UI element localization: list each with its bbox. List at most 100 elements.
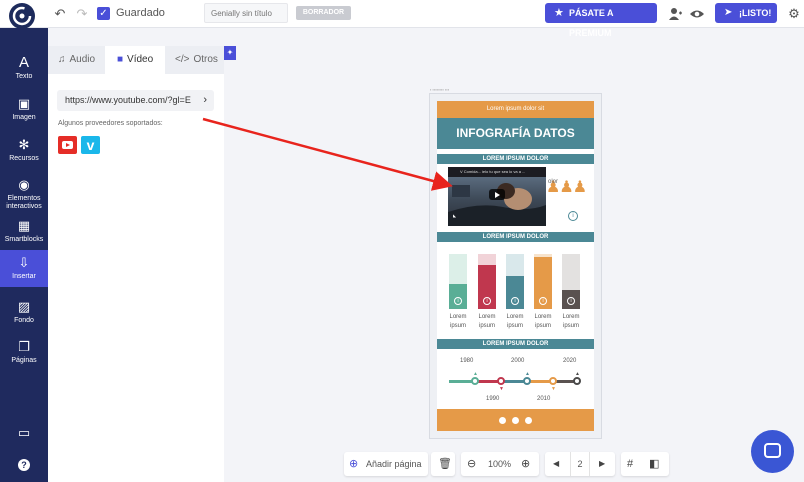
- sidebar-item-help[interactable]: ?: [0, 455, 48, 475]
- premium-button[interactable]: ★ PÁSATE A PREMIUM: [545, 3, 657, 38]
- video-play-icon[interactable]: [489, 189, 505, 200]
- page-navigator: ◀ 2 ▶: [545, 452, 615, 476]
- info-icon[interactable]: i: [483, 297, 491, 305]
- interactive-icon: ◉: [18, 177, 30, 192]
- tab-otros[interactable]: </> Otros: [165, 46, 224, 74]
- code-icon: </>: [175, 54, 190, 65]
- timeline-node[interactable]: [549, 377, 557, 385]
- tab-audio[interactable]: ♫ Audio: [48, 46, 105, 74]
- social-icon[interactable]: [525, 417, 532, 424]
- add-page-button[interactable]: ⊕ Añadir página: [344, 452, 428, 476]
- bar[interactable]: i: [506, 254, 524, 309]
- background-icon: ▨: [17, 299, 31, 314]
- section-heading-2[interactable]: LOREM IPSUM DOLOR: [437, 232, 594, 242]
- chevron-right-icon[interactable]: ›: [203, 90, 207, 111]
- timeline-node[interactable]: [471, 377, 479, 385]
- sidebar-item-texto[interactable]: A Texto: [0, 52, 48, 92]
- add-circle-icon: ⊕: [349, 458, 359, 470]
- video-channel-logo-icon: ◣: [453, 213, 457, 218]
- music-note-icon: ♫: [58, 54, 66, 65]
- sidebar-item-recursos[interactable]: ✻ Recursos: [0, 134, 48, 174]
- bar[interactable]: i: [562, 254, 580, 309]
- tab-video[interactable]: ■ Vídeo: [105, 46, 165, 74]
- info-icon[interactable]: i: [539, 297, 547, 305]
- embedded-youtube-video[interactable]: V Comida... ielo tu que sea lo va a ... …: [448, 167, 546, 226]
- delete-page-button[interactable]: 🗑: [431, 452, 455, 476]
- sidebar-item-insertar[interactable]: ⇩ Insertar: [0, 250, 48, 287]
- timeline-node[interactable]: [523, 377, 531, 385]
- title-input[interactable]: [204, 3, 288, 23]
- help-icon: ?: [18, 459, 30, 471]
- page-number[interactable]: 2: [570, 452, 590, 476]
- sidebar-item-paginas[interactable]: ❐ Páginas: [0, 336, 48, 376]
- section-heading-1[interactable]: LOREM IPSUM DOLOR: [437, 154, 594, 164]
- left-sidebar: A Texto ▣ Imagen ✻ Recursos ◉ Elementos …: [0, 28, 48, 482]
- draft-badge: BORRADOR: [296, 6, 351, 20]
- redo-icon[interactable]: ↷: [74, 6, 90, 22]
- providers-label: Algunos proveedores soportados:: [58, 120, 163, 127]
- sidebar-item-briefcase[interactable]: ▭: [0, 422, 48, 442]
- image-icon: ▣: [17, 96, 31, 111]
- settings-gear-icon[interactable]: ⚙: [786, 6, 802, 22]
- infographic-page[interactable]: Lorem ipsum dolor sit INFOGRAFÍA DATOS L…: [437, 101, 594, 431]
- zoom-out-icon[interactable]: ⊖: [467, 452, 476, 476]
- insert-tabs: ♫ Audio ■ Vídeo </> Otros: [48, 46, 224, 74]
- partial-text: olor: [548, 179, 559, 185]
- video-camera-icon: ■: [117, 54, 124, 65]
- video-url-input[interactable]: https://www.youtube.com/?gl=E ›: [57, 90, 214, 111]
- timeline-node[interactable]: [497, 377, 505, 385]
- sidebar-item-label: Imagen: [12, 114, 36, 121]
- briefcase-icon: ▭: [17, 425, 31, 440]
- info-icon[interactable]: i: [568, 211, 578, 221]
- pin-icon[interactable]: ✦: [224, 46, 236, 60]
- sidebar-item-label: Recursos: [9, 155, 39, 162]
- infographic-footer: [437, 409, 594, 431]
- user-share-icon[interactable]: [667, 6, 683, 22]
- sidebar-item-fondo[interactable]: ▨ Fondo: [0, 296, 48, 336]
- sidebar-item-label: Elementos interactivos: [6, 195, 42, 210]
- split-view-icon[interactable]: ◧: [649, 452, 659, 476]
- bar[interactable]: i: [449, 254, 467, 309]
- premium-label: PÁSATE A PREMIUM: [569, 8, 614, 38]
- done-button[interactable]: ➤ ¡LISTO!: [715, 3, 777, 23]
- chat-support-button[interactable]: [751, 430, 794, 473]
- sidebar-item-label: Texto: [15, 73, 33, 80]
- bar[interactable]: i: [478, 254, 496, 309]
- youtube-logo-icon: [58, 136, 77, 154]
- bar-label: Lorem ipsum: [506, 314, 524, 329]
- info-icon[interactable]: i: [511, 297, 519, 305]
- undo-icon[interactable]: ↶: [52, 6, 68, 22]
- zoom-control: ⊖ 100% ⊕: [461, 452, 539, 476]
- smartblocks-icon: ▦: [17, 218, 31, 233]
- prev-page-icon[interactable]: ◀: [553, 452, 559, 476]
- video-thumbnail: [448, 177, 546, 226]
- social-icon[interactable]: [512, 417, 519, 424]
- sidebar-item-imagen[interactable]: ▣ Imagen: [0, 93, 48, 133]
- info-icon[interactable]: i: [454, 297, 462, 305]
- insert-icon: ⇩: [18, 255, 30, 270]
- timeline-node[interactable]: [573, 377, 581, 385]
- triangle-up-icon: ▲: [575, 371, 580, 377]
- text-icon: A: [18, 54, 29, 71]
- vimeo-logo-icon: v: [81, 136, 100, 154]
- done-label: ¡LISTO!: [739, 8, 772, 18]
- insert-panel: ♫ Audio ■ Vídeo </> Otros https://www.youtu…: [48, 46, 224, 482]
- sidebar-item-label: Páginas: [11, 357, 37, 364]
- bar-label: Lorem ipsum: [534, 314, 552, 329]
- zoom-in-icon[interactable]: ⊕: [521, 452, 530, 476]
- infographic-top-text[interactable]: Lorem ipsum dolor sit: [437, 101, 594, 118]
- next-page-icon[interactable]: ▶: [599, 452, 605, 476]
- add-page-label: Añadir página: [366, 459, 422, 469]
- bar[interactable]: i: [534, 254, 552, 309]
- infographic-title[interactable]: INFOGRAFÍA DATOS: [437, 118, 594, 149]
- social-icon[interactable]: [499, 417, 506, 424]
- genially-logo-icon[interactable]: [9, 3, 35, 29]
- grid-hash-icon[interactable]: #: [627, 452, 633, 476]
- preview-eye-icon[interactable]: [689, 6, 705, 22]
- resources-icon: ✻: [18, 137, 30, 152]
- timeline-year: 2020: [563, 358, 577, 364]
- section-heading-3[interactable]: LOREM IPSUM DOLOR: [437, 339, 594, 349]
- sidebar-item-smartblocks[interactable]: ▦ Smartblocks: [0, 215, 48, 255]
- sidebar-item-elementos-interactivos[interactable]: ◉ Elementos interactivos: [0, 174, 48, 218]
- info-icon[interactable]: i: [567, 297, 575, 305]
